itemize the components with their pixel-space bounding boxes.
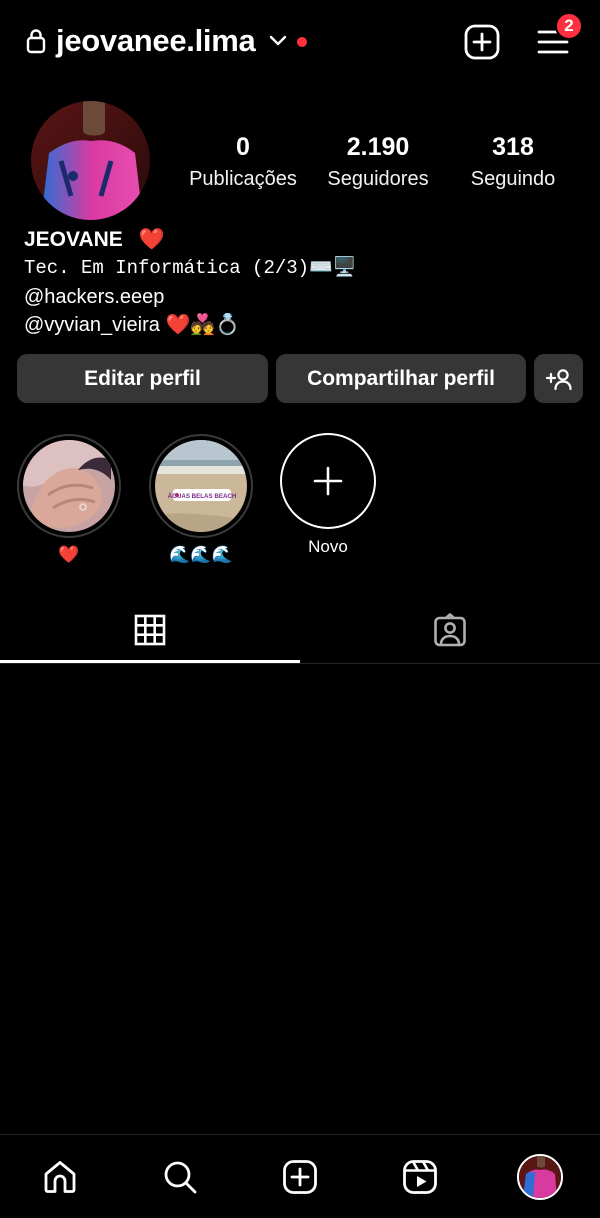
reels-icon [403, 1160, 437, 1194]
highlight-beach[interactable]: ÁGUAS BELAS BEACH [149, 434, 253, 538]
stat-followers-count: 2.190 [346, 133, 410, 161]
stat-following[interactable]: 318 Seguindo [443, 130, 583, 194]
add-person-icon [545, 368, 572, 390]
stat-posts-count: 0 [236, 133, 250, 161]
display-name-text: JEOVANE [24, 228, 123, 251]
tab-grid[interactable] [0, 598, 300, 662]
tab-divider [0, 663, 600, 664]
bio-mention-link[interactable]: @hackers.eeep [24, 283, 164, 312]
grid-icon [134, 614, 166, 646]
search-icon [164, 1161, 197, 1194]
edit-profile-button[interactable]: Editar perfil [17, 354, 268, 403]
home-icon [44, 1161, 76, 1193]
activity-dot [297, 37, 307, 47]
share-profile-button[interactable]: Compartilhar perfil [276, 354, 526, 403]
profile-avatar [517, 1154, 563, 1200]
profile-avatar[interactable] [31, 101, 150, 220]
stat-followers[interactable]: 2.190 Seguidores [308, 130, 448, 194]
highlight-heart[interactable] [17, 434, 121, 538]
profile-header: jeovanee.lima 2 [0, 0, 600, 84]
highlight-sticker-text: ÁGUAS BELAS BEACH [168, 493, 237, 500]
stat-posts[interactable]: 0 Publicações [173, 130, 313, 194]
notification-badge: 2 [555, 12, 583, 40]
display-name: JEOVANE ❤️ [24, 225, 165, 254]
plus-icon [313, 466, 343, 496]
lock-icon [26, 29, 46, 54]
nav-reels[interactable] [390, 1147, 450, 1207]
tab-tagged[interactable] [300, 598, 600, 662]
highlight-cover-image: ÁGUAS BELAS BEACH [155, 440, 247, 532]
stat-following-label: Seguindo [470, 168, 556, 190]
nav-create[interactable] [270, 1147, 330, 1207]
tagged-icon [434, 613, 466, 647]
stat-followers-label: Seguidores [327, 168, 429, 190]
display-name-emoji: ❤️ [138, 228, 165, 251]
nav-home[interactable] [30, 1147, 90, 1207]
highlight-label: ❤️ [58, 545, 80, 564]
nav-profile[interactable] [510, 1147, 570, 1207]
bottom-navigation [0, 1134, 600, 1218]
new-highlight-label: Novo [308, 537, 348, 556]
create-icon [283, 1160, 317, 1194]
stat-following-count: 318 [492, 133, 534, 161]
nav-search[interactable] [150, 1147, 210, 1207]
chevron-down-icon[interactable] [268, 32, 288, 50]
bio-line-course: Tec. Em Informática (2/3)⌨️🖥️ [24, 257, 357, 279]
new-post-icon [464, 24, 500, 60]
bio-mention-link[interactable]: @vyvian_vieira ❤️💑💍 [24, 311, 240, 340]
highlight-cover-image [23, 440, 115, 532]
username-switcher[interactable]: jeovanee.lima [56, 20, 256, 62]
discover-people-button[interactable] [534, 354, 583, 403]
stat-posts-label: Publicações [189, 168, 297, 190]
new-post-button[interactable] [462, 22, 502, 62]
new-highlight-button[interactable] [280, 433, 376, 529]
highlight-label: 🌊🌊🌊 [169, 545, 233, 564]
